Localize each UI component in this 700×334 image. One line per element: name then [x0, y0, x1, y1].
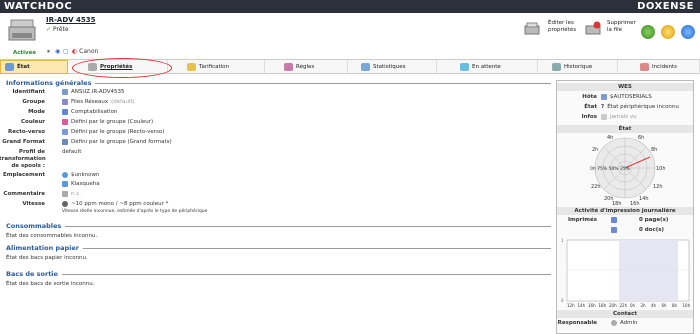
tab-etat[interactable]: État	[0, 60, 68, 74]
x-tick-label: 20h	[609, 303, 617, 308]
refresh-icon[interactable]	[661, 25, 675, 39]
clock-4h: 4h	[607, 135, 613, 141]
tab-regles[interactable]: Règles	[280, 60, 348, 74]
tab-tarification[interactable]: Tarification	[183, 60, 265, 74]
clock-12h: 12h	[653, 184, 663, 190]
question-icon: ?	[601, 104, 605, 110]
globe-icon[interactable]	[641, 25, 655, 39]
y-tick-0: 0	[561, 298, 564, 303]
history-icon	[552, 63, 561, 71]
stats-icon	[361, 63, 370, 71]
speed-icon	[62, 201, 68, 207]
printer-status: ✓ Prête	[46, 26, 69, 33]
active-label: Activée	[13, 50, 37, 56]
highlight-oval	[72, 58, 172, 78]
incident-icon	[640, 63, 649, 71]
x-tick-label: 12h	[567, 303, 575, 308]
rules-icon	[284, 63, 293, 71]
status-icon	[5, 63, 14, 71]
pause-control[interactable]: ⏸	[47, 48, 50, 56]
group-link[interactable]: Files Réseaux	[71, 99, 108, 105]
info-icon	[601, 114, 607, 120]
location-pin-icon	[62, 172, 68, 178]
top-bar: WATCHDOC DOXENSE	[0, 0, 700, 13]
x-tick-label: 14h	[578, 303, 586, 308]
building-icon	[62, 181, 68, 187]
side-title: WES	[557, 83, 693, 91]
server-icon	[601, 94, 607, 100]
clock-8h: 8h	[651, 147, 657, 153]
clock-center: 0h 75% 50% 25%	[590, 166, 631, 172]
section-bacs-sortie: Bacs de sortie	[6, 270, 551, 278]
section-general: Informations générales	[6, 79, 551, 87]
state-chart-title: État	[557, 125, 693, 133]
printer-small-icon	[62, 89, 68, 95]
consommables-text: État des consommables inconnu.	[6, 233, 98, 239]
toggle-control[interactable]: ▢	[63, 48, 69, 55]
comment-icon	[62, 191, 68, 197]
activity-title: Activité d'impression journalière	[557, 207, 693, 215]
x-tick-label: 8h	[672, 303, 678, 308]
document-icon	[611, 227, 617, 233]
section-alimentation: Alimentation papier	[6, 244, 551, 252]
radio-control[interactable]: ◉	[55, 48, 60, 55]
x-tick-label: 6h	[662, 303, 668, 308]
printer-header: IR-ADV 4535 ✓ Prête Activée ⏸ ◉ ▢ ◐ Cano…	[0, 13, 700, 59]
group-icon	[62, 99, 68, 105]
tab-historique[interactable]: Historique	[548, 60, 618, 74]
x-tick-label: 2h	[641, 303, 647, 308]
activity-bar-chart: 1 0 12h 14h 16h 18h 20h 22h 0h 2h 4h 6h 8h 10h	[561, 238, 691, 308]
state-polar-chart: 4h 6h 2h 8h 0h 75% 50% 25% 10h 22h 12h 2…	[590, 135, 666, 206]
x-tick-label: 10h	[683, 303, 691, 308]
clock-10h: 10h	[656, 166, 666, 172]
clock-22h: 22h	[591, 184, 601, 190]
color-icon	[62, 119, 68, 125]
printer-name[interactable]: IR-ADV 4535	[46, 16, 95, 24]
properties-panel: Informations générales Identifiant ANSUZ.…	[0, 78, 553, 334]
hourglass-icon	[460, 63, 469, 71]
section-consommables: Consommables	[6, 222, 551, 230]
edit-properties-icon[interactable]	[524, 21, 540, 37]
pages-icon	[611, 217, 617, 223]
user-icon	[611, 320, 617, 326]
contact-title: Contact	[557, 310, 693, 318]
watchdoc-logo: WATCHDOC	[4, 1, 73, 12]
delete-queue-button[interactable]: Supprimer la file	[607, 20, 637, 34]
bacs-sortie-text: État des bacs de sortie inconnu.	[6, 281, 95, 287]
delete-queue-icon[interactable]	[585, 21, 601, 37]
printer-icon	[8, 19, 36, 41]
clock-14h: 14h	[639, 196, 649, 202]
doxense-logo: DOXENSE	[637, 1, 694, 12]
mode-icon	[62, 109, 68, 115]
clock-18h: 18h	[612, 201, 622, 206]
coins-icon	[187, 63, 196, 71]
large-format-icon	[62, 139, 68, 145]
clock-6h: 6h	[638, 135, 644, 141]
y-tick-1: 1	[561, 238, 564, 243]
duplex-icon	[62, 129, 68, 135]
alimentation-text: État des bacs papier inconnu.	[6, 255, 88, 261]
side-panel: WES Hôte $AUTOSERIALS État? État périphéri…	[556, 80, 694, 334]
clock-2h: 2h	[592, 147, 598, 153]
tab-en-attente[interactable]: En attente	[456, 60, 538, 74]
tab-incidents[interactable]: Incidents	[636, 60, 700, 74]
clock-16h: 16h	[630, 201, 640, 206]
help-icon[interactable]	[681, 25, 695, 39]
x-tick-label: 4h	[651, 303, 657, 308]
canon-logo: ◐ Canon	[72, 48, 99, 55]
x-tick-label: 18h	[599, 303, 607, 308]
x-tick-label: 0h	[630, 303, 636, 308]
x-tick-label: 22h	[620, 303, 628, 308]
tab-statistiques[interactable]: Statistiques	[357, 60, 437, 74]
x-tick-label: 16h	[588, 303, 596, 308]
